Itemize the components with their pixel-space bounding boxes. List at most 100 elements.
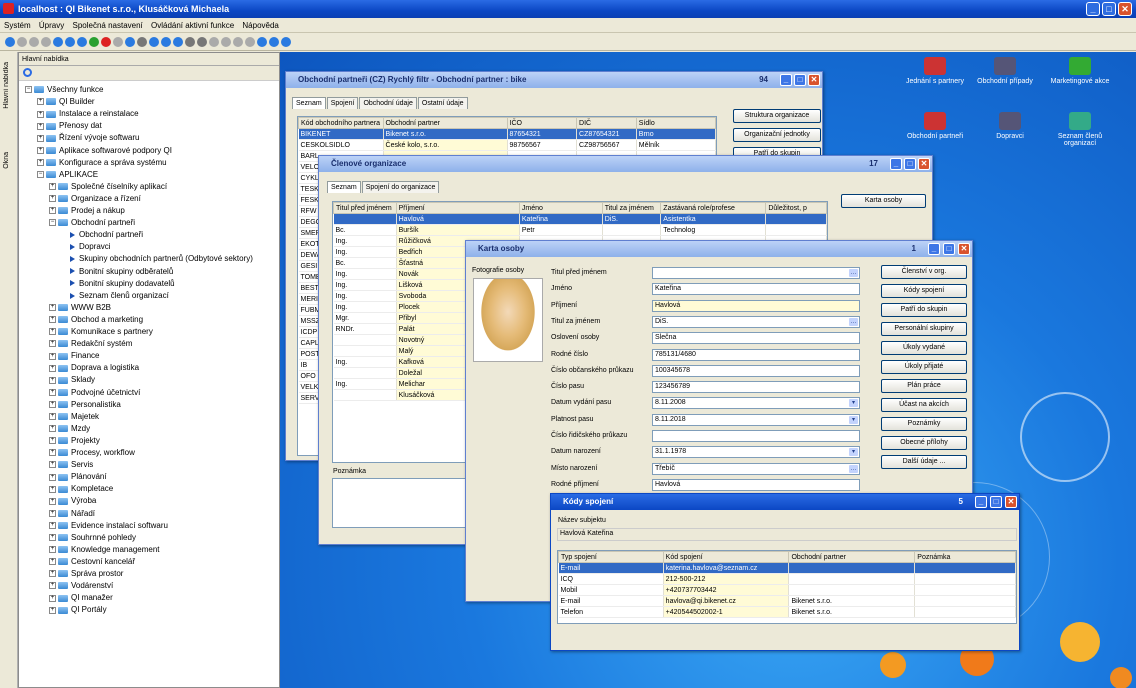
nav-tree-item[interactable]: + QI manažer (49, 592, 113, 604)
nav-tree-item[interactable]: − Obchodní partneři (49, 217, 135, 229)
desktop-shortcut[interactable]: Obchodní případy (970, 57, 1040, 85)
field-value[interactable]: 785131/4680 (652, 348, 860, 361)
nav-tree-item[interactable]: + Sklady (49, 374, 95, 386)
desktop-shortcut[interactable]: Seznam členů organizací (1045, 112, 1115, 147)
field-value[interactable] (652, 430, 860, 442)
table-cell[interactable] (333, 367, 397, 379)
nav-tree-item[interactable]: + Doprava a logistika (49, 362, 139, 374)
table-cell[interactable]: Brno (636, 128, 716, 140)
expand-toggle-icon[interactable]: + (37, 146, 44, 154)
table-row[interactable]: E-mail havlova@qi.bikenet.cz Bikenet s.r.o… (558, 595, 1016, 607)
field-value[interactable]: Třebíč… (652, 462, 860, 475)
nav-tree-item[interactable]: + Evidence instalací softwaru (49, 520, 168, 532)
toolbar-tool-icon[interactable] (113, 37, 123, 47)
expand-toggle-icon[interactable]: + (49, 316, 56, 324)
expand-toggle-icon[interactable]: + (49, 497, 56, 505)
person-action-button[interactable]: Obecné přílohy (881, 436, 967, 450)
table-cell[interactable]: CZ87654321 (576, 128, 637, 140)
expand-toggle-icon[interactable]: + (49, 304, 56, 312)
menu-help[interactable]: Nápověda (242, 21, 278, 30)
toolbar-tool-icon[interactable] (185, 37, 195, 47)
column-header[interactable]: Zastávaná role/profese (660, 202, 767, 214)
expand-toggle-icon[interactable]: + (37, 110, 44, 118)
expand-toggle-icon[interactable]: + (37, 134, 44, 142)
toolbar-tool-icon[interactable] (173, 37, 183, 47)
w2-close-button[interactable]: ✕ (918, 158, 930, 170)
table-cell[interactable] (602, 224, 662, 236)
ellipsis-icon[interactable]: … (849, 269, 858, 277)
dropdown-icon[interactable]: ▾ (849, 415, 858, 424)
expand-toggle-icon[interactable]: + (49, 388, 56, 396)
table-cell[interactable]: Bc. (333, 257, 397, 269)
table-cell[interactable]: CESKOLSIDLO (298, 139, 384, 151)
field-value[interactable]: Havlová (652, 478, 860, 491)
tab-windows[interactable]: Okna (3, 152, 10, 169)
table-cell[interactable]: Mělník (636, 139, 716, 151)
table-row[interactable]: E-mail katerina.havlova@seznam.cz (558, 562, 1016, 574)
w3-minimize-button[interactable]: _ (928, 243, 940, 255)
toolbar-tool-icon[interactable] (101, 37, 111, 47)
desktop-shortcut[interactable]: Marketingové akce (1045, 57, 1115, 85)
expand-toggle-icon[interactable]: + (49, 570, 56, 578)
table-cell[interactable]: Bikenet s.r.o. (788, 595, 916, 607)
nav-tree-item[interactable]: Seznam členů organizací (70, 290, 169, 302)
column-header[interactable]: Poznámka (914, 551, 1016, 563)
field-value[interactable]: 123456789 (652, 381, 860, 394)
column-header[interactable]: Důležitost, p (765, 202, 827, 214)
table-cell[interactable] (914, 562, 1016, 574)
tab-w1-2[interactable]: Obchodní údaje (359, 97, 417, 109)
person-action-button[interactable]: Účast na akcích (881, 398, 967, 412)
org-units-button[interactable]: Organizační jednotky (733, 128, 821, 142)
menu-shared-settings[interactable]: Společná nastavení (72, 21, 142, 30)
table-cell[interactable]: CZ98756567 (576, 139, 637, 151)
nav-tree-item[interactable]: + Kompletace (49, 483, 113, 495)
expand-toggle-icon[interactable]: + (49, 521, 56, 529)
table-row[interactable]: Telefon +420544502002-1 Bikenet s.r.o. (558, 606, 1016, 618)
expand-toggle-icon[interactable]: + (49, 606, 56, 614)
toolbar-tool-icon[interactable] (29, 37, 39, 47)
table-cell[interactable] (765, 224, 827, 236)
nav-tree-item[interactable]: Bonitní skupiny odběratelů (70, 266, 173, 278)
table-cell[interactable] (914, 595, 1016, 607)
w3-close-button[interactable]: ✕ (958, 243, 970, 255)
nav-tree-item[interactable]: Obchodní partneři (70, 229, 143, 241)
expand-toggle-icon[interactable]: + (37, 122, 44, 130)
nav-tree-item[interactable]: + Prodej a nákup (49, 205, 125, 217)
column-header[interactable]: Obchodní partner (788, 551, 916, 563)
nav-tree-item[interactable]: + Konfigurace a správa systému (37, 157, 167, 169)
nav-tree-item[interactable]: + WWW B2B (49, 302, 111, 314)
nav-tree-item[interactable]: + Majetek (49, 411, 99, 423)
table-cell[interactable]: RNDr. (333, 323, 397, 335)
column-header[interactable]: Kód obchodního partnera (298, 117, 384, 129)
desktop-shortcut[interactable]: Dopravci (975, 112, 1045, 140)
nav-tree-item[interactable]: + Plánování (49, 471, 107, 483)
expand-toggle-icon[interactable]: + (49, 582, 56, 590)
expand-toggle-icon[interactable]: + (49, 461, 56, 469)
table-cell[interactable]: Mgr. (333, 312, 397, 324)
expand-toggle-icon[interactable]: + (49, 449, 56, 457)
table-cell[interactable]: Mobil (558, 584, 664, 596)
toolbar-tool-icon[interactable] (77, 37, 87, 47)
person-action-button[interactable]: Členství v org. (881, 265, 967, 279)
w4-minimize-button[interactable]: _ (975, 496, 987, 508)
nav-tree-item[interactable]: + Mzdy (49, 423, 90, 435)
field-value[interactable]: 100345678 (652, 364, 860, 377)
table-cell[interactable]: katerina.havlova@seznam.cz (663, 562, 790, 574)
table-cell[interactable]: E-mail (558, 595, 664, 607)
toolbar-tool-icon[interactable] (149, 37, 159, 47)
toolbar-tool-icon[interactable] (41, 37, 51, 47)
table-cell[interactable]: +420737703442 (663, 584, 790, 596)
table-cell[interactable]: Ing. (333, 301, 397, 313)
column-header[interactable]: Sídlo (635, 117, 716, 129)
toolbar-tool-icon[interactable] (233, 37, 243, 47)
person-action-button[interactable]: Další údaje ... (881, 455, 967, 469)
table-cell[interactable]: Bikenet s.r.o. (788, 606, 916, 618)
tab-w2-1[interactable]: Spojení do organizace (361, 181, 440, 193)
person-action-button[interactable]: Patří do skupin (881, 303, 967, 317)
field-value[interactable]: 31.1.1978 ▾ (652, 446, 860, 459)
expand-toggle-icon[interactable]: + (49, 340, 56, 348)
expand-toggle-icon[interactable]: − (37, 171, 44, 179)
toolbar-tool-icon[interactable] (89, 37, 99, 47)
dropdown-icon[interactable]: ▾ (849, 399, 858, 408)
table-cell[interactable]: ICQ (558, 573, 664, 585)
